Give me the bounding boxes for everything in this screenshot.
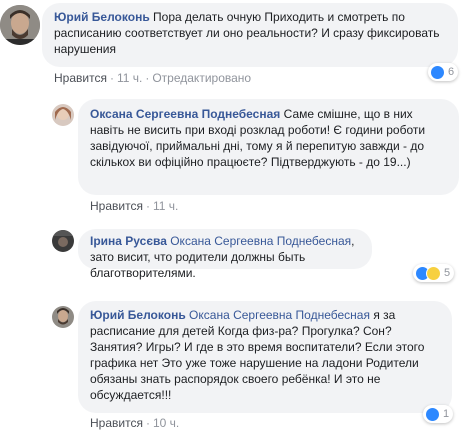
timestamp[interactable]: 11 ч. (153, 199, 178, 213)
comment-meta: Нравится · 11 ч. · Отредактировано (54, 71, 252, 85)
like-link[interactable]: Нравится (90, 416, 143, 430)
like-icon (430, 64, 445, 80)
comment-bubble: Оксана Сергеевна Поднебесная Саме смішне… (78, 99, 459, 195)
comment-author[interactable]: Оксана Сергеевна Поднебесная (90, 107, 280, 121)
mention-link[interactable]: Оксана Сергеевна Поднебесная (189, 308, 370, 322)
reaction-count: 5 (444, 267, 451, 279)
comment-bubble: Ірина Русєва Оксана Сергеевна Поднебесна… (78, 229, 372, 280)
reaction-count: 1 (443, 408, 450, 420)
comment-text: я за расписание для детей Когда физ-ра? … (90, 308, 425, 402)
avatar-photo (52, 104, 74, 126)
mention-link[interactable]: Оксана Сергеевна Поднебесная (170, 234, 351, 248)
comment-author[interactable]: Юрий Белоконь (54, 10, 150, 24)
timestamp[interactable]: 10 ч. (153, 416, 179, 430)
avatar[interactable] (52, 104, 74, 126)
avatar-photo (52, 230, 74, 252)
reactions-badge[interactable]: 1 (423, 405, 454, 423)
like-link[interactable]: Нравится (54, 71, 107, 85)
comment-author[interactable]: Ірина Русєва (90, 234, 167, 248)
avatar-photo (0, 5, 40, 45)
avatar[interactable] (52, 306, 74, 328)
timestamp[interactable]: 11 ч. (117, 71, 142, 85)
reactions-badge[interactable]: 5 (413, 264, 455, 282)
avatar[interactable] (52, 230, 74, 252)
comment-meta: Нравится · 10 ч. (90, 416, 180, 430)
comment-meta: Нравится · 11 ч. (90, 199, 179, 213)
reaction-count: 6 (448, 66, 455, 78)
like-link[interactable]: Нравится (90, 199, 143, 213)
edited-label[interactable]: Отредактировано (152, 71, 251, 85)
comment-author[interactable]: Юрий Белоконь (90, 308, 186, 322)
like-icon (425, 406, 440, 422)
reactions-badge[interactable]: 6 (428, 63, 459, 81)
haha-icon (426, 265, 441, 281)
comment-bubble: Юрий Белоконь Оксана Сергеевна Поднебесн… (78, 301, 452, 413)
avatar-photo (52, 306, 74, 328)
comment-bubble: Юрий Белоконь Пора делать очную Приходит… (42, 3, 458, 67)
avatar[interactable] (0, 5, 40, 45)
